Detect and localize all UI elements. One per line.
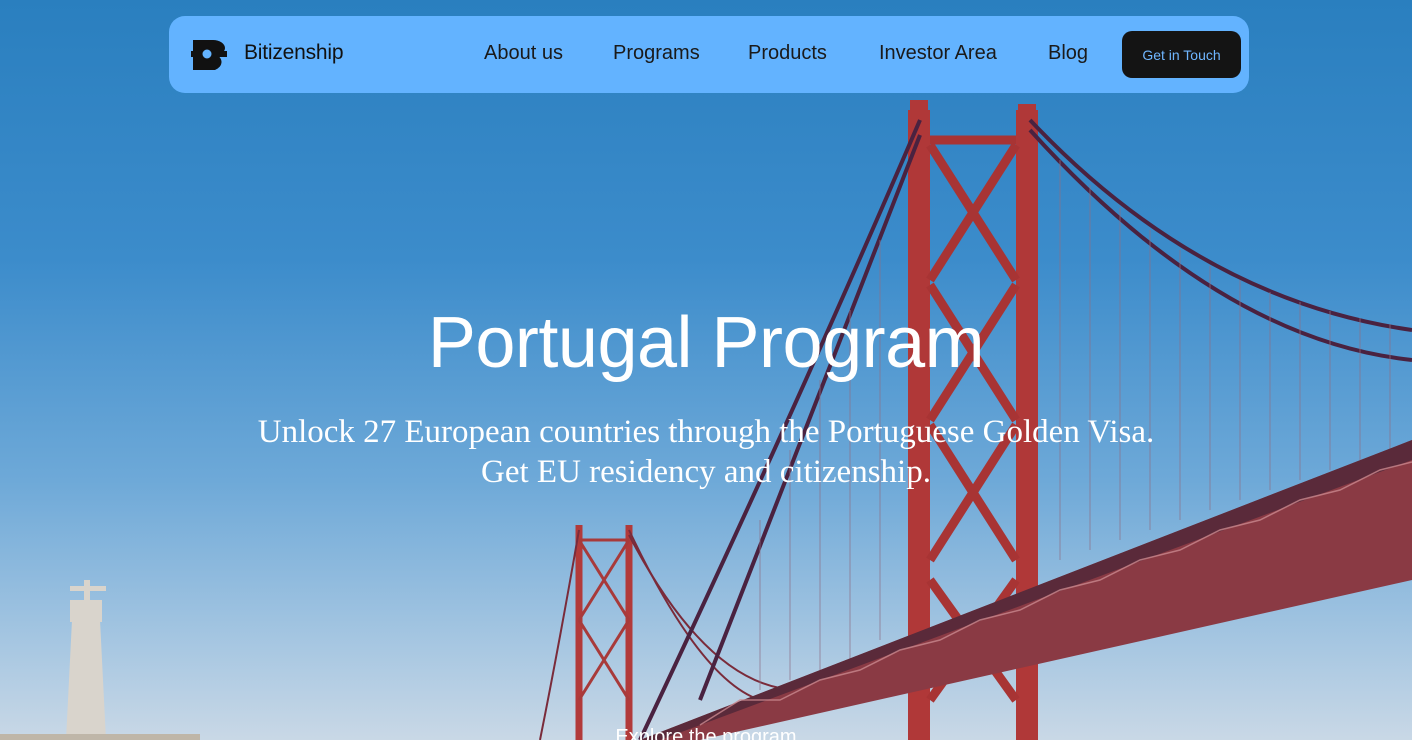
nav-item-products[interactable]: Products — [748, 42, 827, 65]
nav-item-programs[interactable]: Programs — [613, 42, 700, 65]
hero-subtitle: Unlock 27 European countries through the… — [257, 414, 1155, 490]
bitizenship-logo-icon[interactable] — [191, 38, 227, 72]
nav-item-blog[interactable]: Blog — [1048, 42, 1088, 65]
top-navbar: Bitizenship About us Programs Products I… — [169, 16, 1249, 93]
nav-item-investor-area[interactable]: Investor Area — [879, 42, 997, 65]
nav-item-about-us[interactable]: About us — [484, 42, 563, 65]
explore-program-link[interactable]: Explore the program — [0, 726, 1412, 740]
hero-title: Portugal Program — [427, 303, 985, 383]
get-in-touch-button[interactable]: Get in Touch — [1122, 31, 1241, 78]
brand-name[interactable]: Bitizenship — [244, 41, 344, 65]
